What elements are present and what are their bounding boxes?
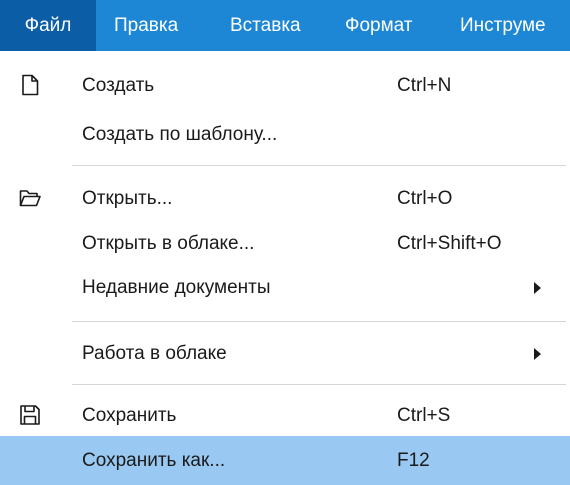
menu-separator	[72, 165, 566, 166]
menu-item-save[interactable]: Сохранить Ctrl+S	[0, 389, 570, 442]
open-folder-icon	[19, 190, 41, 207]
menu-insert[interactable]: Вставка	[230, 0, 301, 51]
menu-item-cloud-work[interactable]: Работа в облаке	[0, 327, 570, 380]
submenu-arrow-icon	[534, 348, 541, 360]
menu-item-label: Работа в облаке	[82, 343, 227, 364]
menu-item-shortcut: Ctrl+S	[397, 405, 451, 426]
menu-item-label: Недавние документы	[82, 277, 271, 298]
new-document-icon	[22, 74, 39, 96]
menu-item-shortcut: F12	[397, 450, 430, 471]
menu-edit[interactable]: Правка	[114, 0, 178, 51]
menu-item-new[interactable]: Создать Ctrl+N	[0, 59, 570, 112]
menu-item-label: Сохранить как...	[82, 450, 226, 471]
menu-item-label: Сохранить	[82, 405, 177, 426]
menu-item-recent-documents[interactable]: Недавние документы	[0, 261, 570, 314]
menu-separator	[72, 321, 566, 322]
save-icon	[20, 405, 40, 425]
menu-file[interactable]: Файл	[0, 0, 96, 51]
menu-item-label: Создать по шаблону...	[82, 124, 278, 145]
menu-item-save-as[interactable]: Сохранить как... F12	[0, 436, 570, 485]
menu-format[interactable]: Формат	[345, 0, 413, 51]
submenu-arrow-icon	[534, 282, 541, 294]
menu-bar-strip: Файл Правка Вставка Формат Инструме	[0, 0, 570, 51]
menu-item-shortcut: Ctrl+N	[397, 75, 452, 96]
menu-item-label: Создать	[82, 75, 155, 96]
menu-separator	[72, 384, 566, 385]
menu-item-new-from-template[interactable]: Создать по шаблону...	[0, 108, 570, 161]
menu-tools[interactable]: Инструме	[460, 0, 546, 51]
file-menu-dropdown: Создать Ctrl+N Создать по шаблону... Отк…	[0, 51, 570, 485]
app-window: Файл Правка Вставка Формат Инструме Созд…	[0, 0, 570, 485]
